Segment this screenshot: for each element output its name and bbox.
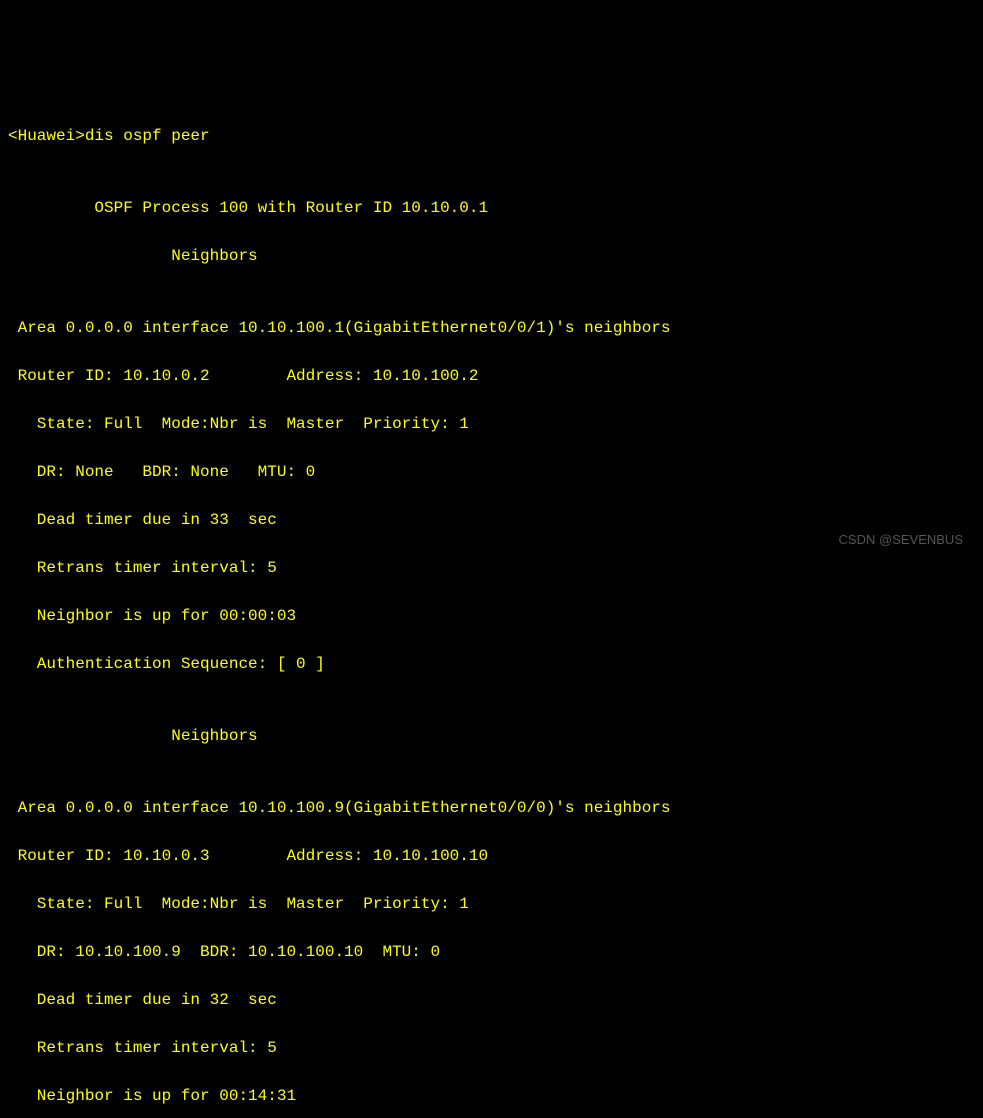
area1-router-id-line: Router ID: 10.10.0.2 Address: 10.10.100.… (8, 364, 975, 388)
terminal-output[interactable]: <Huawei>dis ospf peer OSPF Process 100 w… (8, 100, 975, 1118)
area1-dr-bdr-line: DR: None BDR: None MTU: 0 (8, 460, 975, 484)
area1-retrans-line: Retrans timer interval: 5 (8, 556, 975, 580)
area1-state-line: State: Full Mode:Nbr is Master Priority:… (8, 412, 975, 436)
area2-uptime-line: Neighbor is up for 00:14:31 (8, 1084, 975, 1108)
area2-dr-bdr-line: DR: 10.10.100.9 BDR: 10.10.100.10 MTU: 0 (8, 940, 975, 964)
area1-auth-seq-line: Authentication Sequence: [ 0 ] (8, 652, 975, 676)
area1-dead-timer-line: Dead timer due in 33 sec (8, 508, 975, 532)
area2-dead-timer-line: Dead timer due in 32 sec (8, 988, 975, 1012)
area2-retrans-line: Retrans timer interval: 5 (8, 1036, 975, 1060)
watermark-text: CSDN @SEVENBUS (839, 530, 963, 550)
area2-router-id-line: Router ID: 10.10.0.3 Address: 10.10.100.… (8, 844, 975, 868)
area2-interface-line: Area 0.0.0.0 interface 10.10.100.9(Gigab… (8, 796, 975, 820)
area2-state-line: State: Full Mode:Nbr is Master Priority:… (8, 892, 975, 916)
area1-interface-line: Area 0.0.0.0 interface 10.10.100.1(Gigab… (8, 316, 975, 340)
command-prompt-line: <Huawei>dis ospf peer (8, 124, 975, 148)
neighbors-header: Neighbors (8, 244, 975, 268)
ospf-process-header: OSPF Process 100 with Router ID 10.10.0.… (8, 196, 975, 220)
area1-uptime-line: Neighbor is up for 00:00:03 (8, 604, 975, 628)
neighbors-header-2: Neighbors (8, 724, 975, 748)
